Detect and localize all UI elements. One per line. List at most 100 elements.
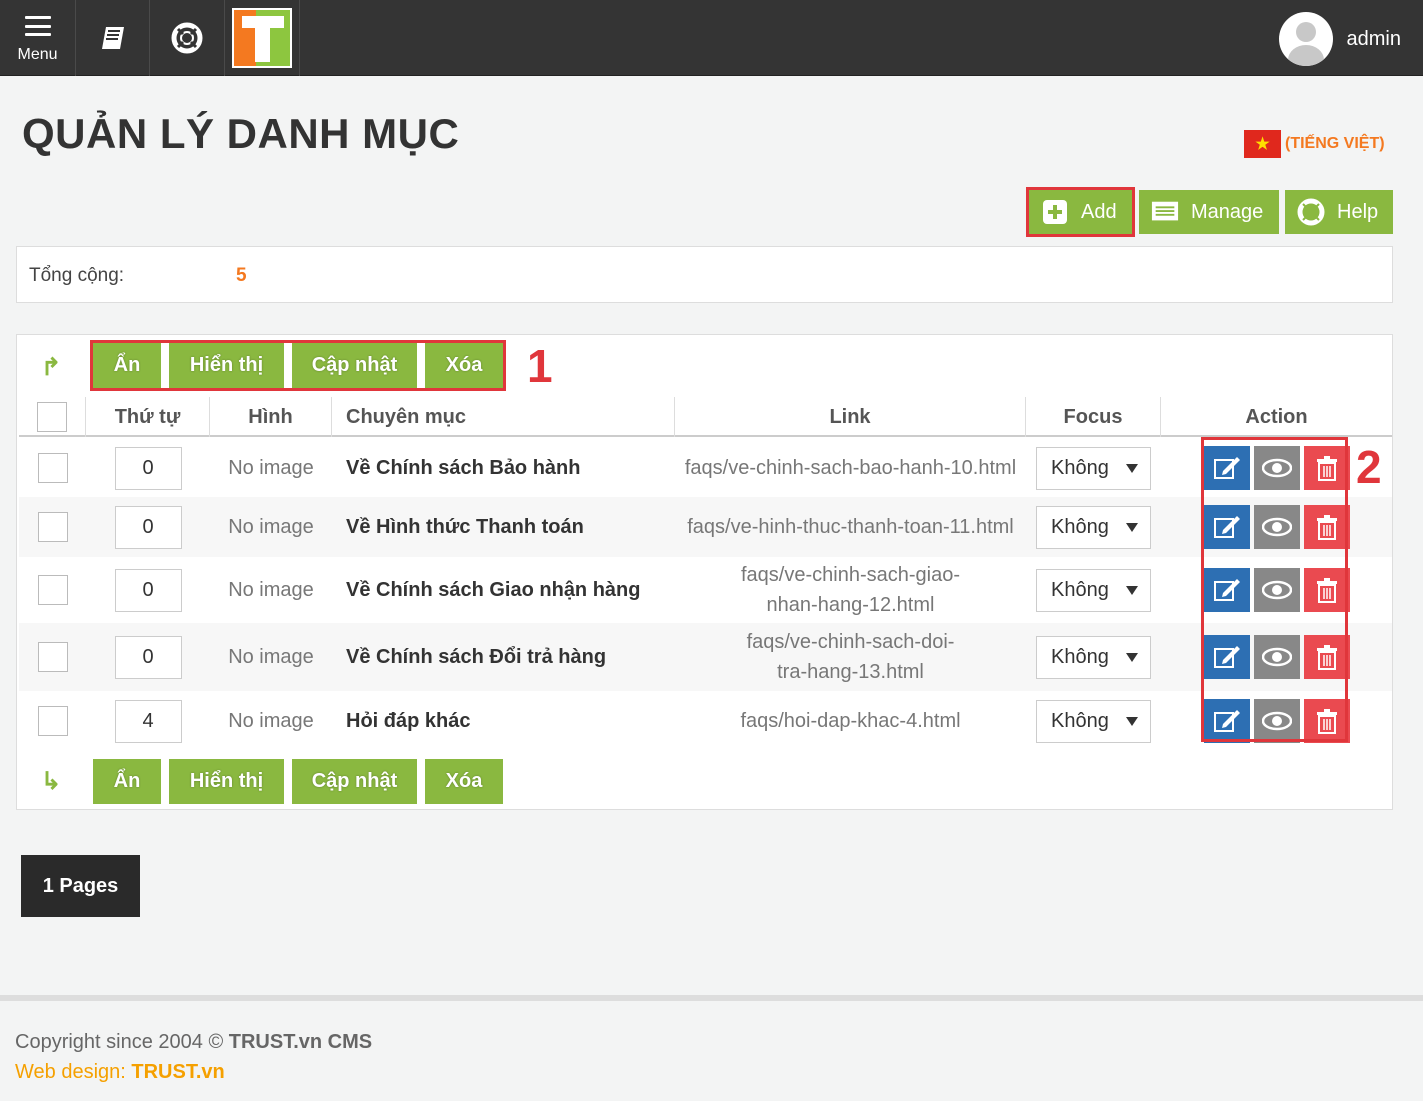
row-checkbox[interactable] (37, 575, 68, 605)
delete-button[interactable]: Xóa (425, 343, 503, 388)
book-icon (101, 27, 124, 49)
table-row: 0 No image Về Chính sách Bảo hành faqs/v… (19, 439, 1392, 497)
show-button[interactable]: Hiển thị (169, 343, 284, 388)
focus-select[interactable]: Không (1036, 446, 1151, 490)
focus-value: Không (1051, 578, 1109, 601)
focus-value: Không (1051, 645, 1109, 668)
help-label: Help (1337, 200, 1379, 223)
header-order[interactable]: Thứ tự (86, 397, 210, 437)
row-checkbox[interactable] (37, 512, 68, 542)
edit-button[interactable] (1203, 505, 1250, 549)
view-button[interactable] (1253, 505, 1300, 549)
trash-icon (1316, 515, 1337, 540)
caret-down-icon (1126, 716, 1138, 726)
edit-button[interactable] (1203, 699, 1250, 743)
category-link: faqs/ve-chinh-sach-giao-nhan-hang-12.htm… (741, 564, 960, 616)
header-link: Link (675, 397, 1026, 437)
category-link: faqs/hoi-dap-khac-4.html (740, 710, 961, 732)
eye-icon (1261, 580, 1292, 600)
focus-select[interactable]: Không (1036, 505, 1151, 549)
user-menu[interactable]: admin (1278, 12, 1401, 66)
order-input[interactable]: 4 (114, 699, 182, 743)
delete-row-button[interactable] (1303, 635, 1350, 679)
row-checkbox[interactable] (37, 453, 68, 483)
category-table-panel: ↱ Ẩn Hiển thị Cập nhật Xóa 1 Thứ tự Hình… (16, 334, 1393, 810)
caret-down-icon (1126, 522, 1138, 532)
add-label: Add (1081, 200, 1117, 223)
hide-button[interactable]: Ẩn (93, 343, 161, 388)
delete-row-button[interactable] (1303, 446, 1350, 490)
eye-icon (1261, 711, 1292, 731)
row-actions (1203, 568, 1350, 612)
table-header: Thứ tự Hình Chuyên mục Link Focus Action (19, 397, 1392, 437)
eye-icon (1261, 647, 1292, 667)
caret-down-icon (1126, 652, 1138, 662)
order-input[interactable]: 0 (114, 635, 182, 679)
show-button[interactable]: Hiển thị (169, 759, 284, 804)
focus-select[interactable]: Không (1036, 699, 1151, 743)
delete-button[interactable]: Xóa (425, 759, 503, 804)
edit-icon (1213, 457, 1240, 479)
category-name: Hỏi đáp khác (346, 709, 471, 732)
order-input[interactable]: 0 (114, 505, 182, 549)
update-button[interactable]: Cập nhật (292, 759, 417, 804)
support-button[interactable] (150, 0, 225, 76)
webdesign-link[interactable]: TRUST.vn (131, 1061, 224, 1083)
copyright: Copyright since 2004 © TRUST.vn CMS (15, 1031, 372, 1054)
caret-down-icon (1126, 463, 1138, 473)
edit-button[interactable] (1203, 635, 1250, 679)
view-button[interactable] (1253, 446, 1300, 490)
view-button[interactable] (1253, 699, 1300, 743)
bulk-actions-bottom: Ẩn Hiển thị Cập nhật Xóa (93, 759, 503, 804)
edit-icon (1213, 646, 1240, 668)
focus-select[interactable]: Không (1036, 568, 1151, 612)
order-input[interactable]: 0 (114, 568, 182, 612)
update-button[interactable]: Cập nhật (292, 343, 417, 388)
view-button[interactable] (1253, 568, 1300, 612)
help-button[interactable]: Help (1285, 190, 1393, 234)
manual-button[interactable] (76, 0, 150, 76)
manage-button[interactable]: Manage (1139, 190, 1279, 234)
select-all-checkbox[interactable] (37, 402, 67, 432)
category-name: Về Chính sách Đổi trả hàng (346, 645, 607, 668)
order-input[interactable]: 0 (114, 446, 182, 490)
view-button[interactable] (1253, 635, 1300, 679)
add-button[interactable]: Add (1026, 187, 1135, 237)
select-all-cell (19, 397, 86, 437)
header-category[interactable]: Chuyên mục (332, 397, 675, 437)
row-checkbox[interactable] (37, 706, 68, 736)
table-row: 0 No image Về Chính sách Giao nhận hàng … (19, 557, 1392, 623)
top-bar: Menu admin (0, 0, 1423, 76)
bulk-actions-top: Ẩn Hiển thị Cập nhật Xóa (90, 340, 506, 391)
total-value: 5 (236, 265, 247, 286)
header-focus: Focus (1026, 397, 1161, 437)
webdesign-prefix: Web design: (15, 1061, 126, 1083)
eye-icon (1261, 458, 1292, 478)
row-actions (1203, 699, 1350, 743)
menu-button[interactable]: Menu (0, 0, 76, 76)
category-link: faqs/ve-chinh-sach-bao-hanh-10.html (684, 457, 1017, 479)
trash-icon (1316, 578, 1337, 603)
row-checkbox[interactable] (37, 642, 68, 672)
delete-row-button[interactable] (1303, 505, 1350, 549)
pagination-label[interactable]: 1 Pages (21, 855, 140, 917)
edit-button[interactable] (1203, 568, 1250, 612)
annotation-marker-2: 2 (1356, 441, 1382, 493)
category-link: faqs/ve-chinh-sach-doi-tra-hang-13.html (746, 631, 955, 683)
copyright-prefix: Copyright since 2004 © (15, 1031, 224, 1053)
brand-logo[interactable] (225, 0, 300, 76)
footer-divider (0, 995, 1423, 1001)
hide-button[interactable]: Ẩn (93, 759, 161, 804)
image-placeholder: No image (228, 709, 314, 732)
copyright-brand: TRUST.vn CMS (228, 1031, 373, 1053)
focus-value: Không (1051, 515, 1109, 538)
row-actions (1203, 446, 1350, 490)
delete-row-button[interactable] (1303, 699, 1350, 743)
edit-button[interactable] (1203, 446, 1250, 490)
row-actions (1203, 505, 1350, 549)
turn-down-arrow-icon: ↳ (41, 768, 62, 795)
focus-select[interactable]: Không (1036, 635, 1151, 679)
language-switcher[interactable]: ★ (TIẾNG VIỆT) (1244, 130, 1385, 158)
menu-label: Menu (17, 46, 58, 63)
delete-row-button[interactable] (1303, 568, 1350, 612)
